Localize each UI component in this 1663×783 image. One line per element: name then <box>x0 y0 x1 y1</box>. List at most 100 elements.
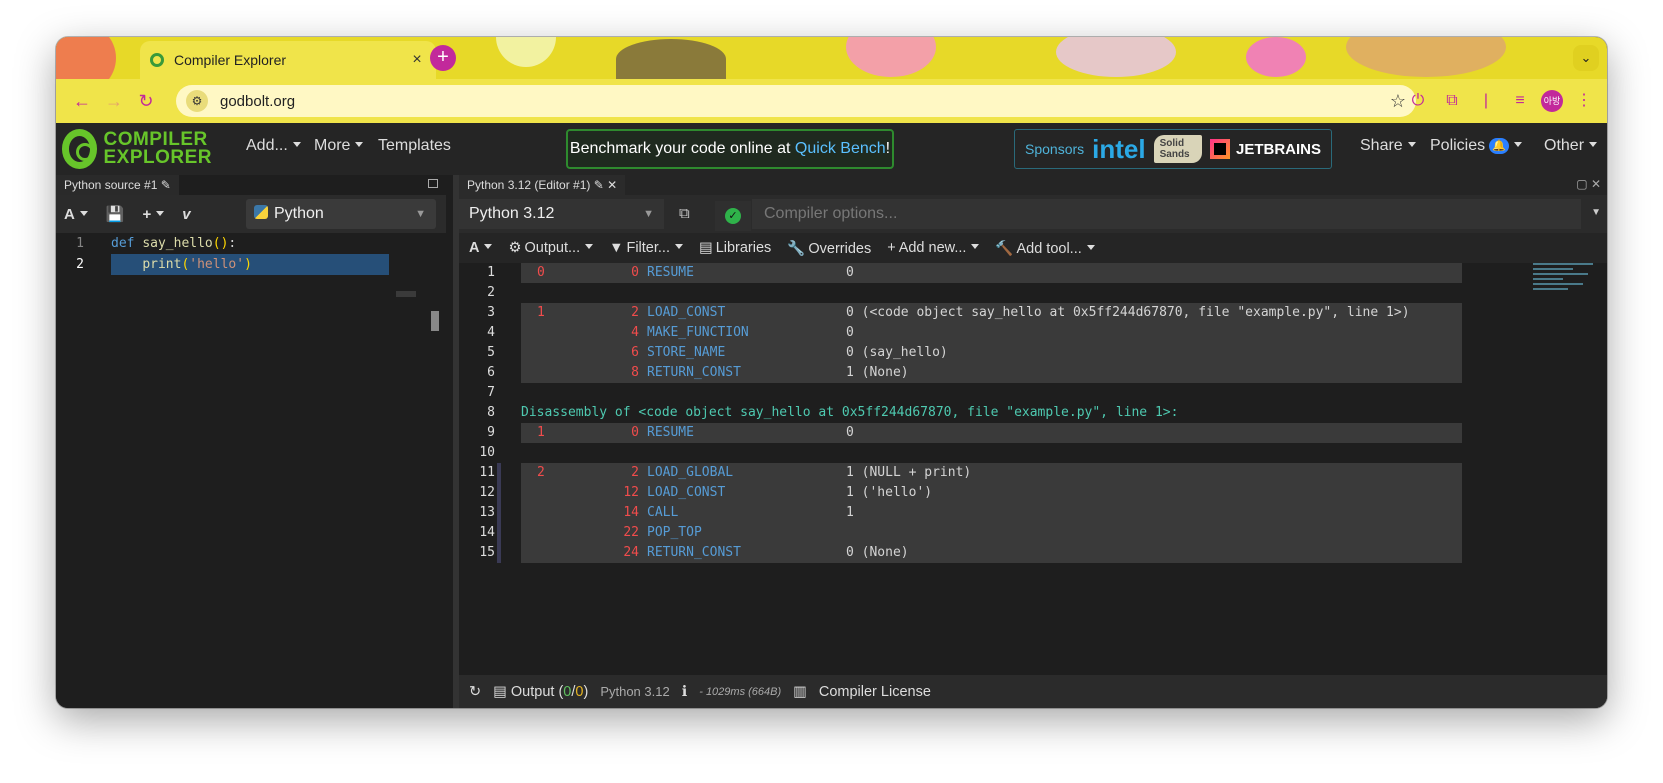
compiler-select[interactable]: Python 3.12 ▼ <box>459 199 664 229</box>
opcode: STORE_NAME <box>647 345 726 360</box>
vim-mode-icon[interactable]: v <box>182 206 190 223</box>
add-menu[interactable]: Add... <box>246 137 301 155</box>
line-number: 6 <box>487 365 495 380</box>
intel-logo[interactable]: intel <box>1092 134 1145 165</box>
address-bar[interactable]: ⚙ godbolt.org ☆ <box>176 85 1416 117</box>
compile-timing: - 1029ms (664B) <box>699 685 782 698</box>
chevron-down-icon: ▼ <box>415 208 426 220</box>
solid-sands-logo[interactable]: Solid Sands <box>1153 135 1202 163</box>
editor-toolbar: A 💾 + v Python ▼ <box>56 195 446 233</box>
line-number: 14 <box>479 525 495 540</box>
edit-title-icon[interactable]: ✎ <box>594 178 604 192</box>
options-dropdown-icon[interactable]: ▼ <box>1591 207 1601 218</box>
libraries-button[interactable]: ▤ Libraries <box>699 240 771 256</box>
reading-list-icon[interactable]: ≡ <box>1507 85 1533 117</box>
extensions-puzzle-icon[interactable]: ⧉ <box>1439 85 1465 117</box>
opcode: CALL <box>647 505 679 520</box>
maximize-icon[interactable] <box>428 179 438 188</box>
wallpaper-decoration <box>56 37 116 79</box>
back-icon[interactable]: ← <box>66 85 98 117</box>
policies-menu[interactable]: Policies 🔔 <box>1430 137 1522 155</box>
tab-search-button[interactable]: ⌄ <box>1573 45 1599 71</box>
disassembly-header: Disassembly of <code object say_hello at… <box>521 405 1179 420</box>
compile-status[interactable]: ✓ <box>715 201 751 231</box>
share-menu[interactable]: Share <box>1360 137 1416 155</box>
output-options-button[interactable]: ⚙ Output... <box>508 240 593 256</box>
output-button[interactable]: ▤ Output (0/0) <box>493 684 588 700</box>
url-text[interactable]: godbolt.org <box>220 93 1390 110</box>
templates-link[interactable]: Templates <box>378 137 451 155</box>
extension-power-icon[interactable]: ⏻ <box>1405 85 1431 117</box>
bench-end: ! <box>885 140 891 157</box>
reload-icon[interactable]: ↻ <box>130 85 162 117</box>
editor-scrollbar[interactable] <box>431 311 439 331</box>
jetbrains-icon <box>1209 139 1230 159</box>
more-menu[interactable]: More <box>314 137 363 155</box>
tab-strip: Compiler Explorer × + ⌄ <box>56 37 1607 79</box>
add-tool-button[interactable]: 🔨 Add tool... <box>995 240 1094 257</box>
sponsors-box[interactable]: Sponsors intel Solid Sands JETBRAINS <box>1014 129 1332 169</box>
bytecode-line: 4 4 MAKE_FUNCTION 0 <box>459 323 1469 343</box>
bytecode-offset: 2 <box>631 305 639 320</box>
source-line-number: 2 <box>537 465 545 480</box>
recompile-icon[interactable]: ↻ <box>469 684 481 700</box>
forward-icon[interactable]: → <box>98 85 130 117</box>
compiler-license-link[interactable]: Compiler License <box>819 684 931 700</box>
compiler-selector-bar: Python 3.12 ▼ ⧉ ✓ Compiler options... ▼ <box>459 195 1607 233</box>
gutter-marker <box>497 503 501 523</box>
source-tab[interactable]: Python source #1 ✎ <box>56 175 179 195</box>
bytecode-line: 15 24 RETURN_CONST 0 (None) <box>459 543 1469 563</box>
popout-icon[interactable]: ⧉ <box>679 205 690 222</box>
overrides-button[interactable]: 🔧 Overrides <box>787 240 871 257</box>
opcode: LOAD_CONST <box>647 305 726 320</box>
bytecode-offset: 0 <box>631 265 639 280</box>
quick-bench-link[interactable]: Quick Bench <box>795 140 886 157</box>
font-size-button[interactable]: A <box>469 240 492 256</box>
add-pane-button[interactable]: + <box>143 206 165 223</box>
compiler-explorer-logo[interactable]: COMPILER EXPLORER <box>62 127 212 171</box>
bytecode-offset: 14 <box>623 505 639 520</box>
compiler-tab[interactable]: Python 3.12 (Editor #1) ✎ ✕ <box>459 175 626 195</box>
wallpaper-decoration <box>1346 37 1506 77</box>
site-info-icon[interactable]: ⚙ <box>186 90 208 112</box>
chart-icon[interactable]: ▥ <box>793 684 807 700</box>
compiler-name: Python 3.12 <box>600 684 670 699</box>
book-icon: ▤ <box>698 240 713 256</box>
profile-avatar[interactable]: 아방 <box>1541 90 1563 112</box>
source-editor-pane: Python source #1 ✎ A 💾 + v Python ▼ 1 de… <box>56 175 446 708</box>
edit-title-icon[interactable]: ✎ <box>161 178 171 192</box>
browser-menu-icon[interactable]: ⋮ <box>1571 85 1597 117</box>
code-editor[interactable]: 1 def say_hello(): 2 print('hello') <box>56 233 446 708</box>
save-icon[interactable]: 💾 <box>106 205 125 223</box>
bytecode-offset: 6 <box>631 345 639 360</box>
wrench-icon: 🔧 <box>787 240 806 257</box>
bytecode-output[interactable]: 1 0 0 RESUME 0 2 3 1 2 LOAD_CONST 0 (<code object … <box>459 263 1469 663</box>
editor-minimap[interactable] <box>396 291 416 297</box>
opcode-argument: 1 <box>846 505 854 520</box>
font-size-button[interactable]: A <box>64 206 88 223</box>
line-number: 8 <box>487 405 495 420</box>
language-select[interactable]: Python ▼ <box>246 199 436 229</box>
code-text: def say_hello(): <box>111 236 237 251</box>
filter-button[interactable]: ▼ Filter... <box>609 240 683 256</box>
pane-controls[interactable]: ▢ ✕ <box>1576 177 1601 191</box>
other-menu[interactable]: Other <box>1544 137 1597 155</box>
jetbrains-logo[interactable]: JETBRAINS <box>1209 139 1321 159</box>
bytecode-line: 11 2 2 LOAD_GLOBAL 1 (NULL + print) <box>459 463 1469 483</box>
output-minimap[interactable] <box>1533 263 1599 303</box>
bookmark-star-icon[interactable]: ☆ <box>1390 91 1406 112</box>
gutter-marker <box>497 543 501 563</box>
browser-tab[interactable]: Compiler Explorer × <box>140 41 436 79</box>
info-icon[interactable]: ℹ <box>682 684 688 700</box>
tab-close-icon[interactable]: × <box>408 51 426 69</box>
source-line-number: 1 <box>537 425 545 440</box>
close-tab-icon[interactable]: ✕ <box>607 178 617 192</box>
add-new-button[interactable]: + Add new... <box>887 240 979 256</box>
opcode-argument: 0 (say_hello) <box>846 345 948 360</box>
opcode: POP_TOP <box>647 525 702 540</box>
compiler-options-input[interactable]: Compiler options... <box>752 199 1581 229</box>
bytecode-line: 14 22 POP_TOP <box>459 523 1469 543</box>
line-number: 3 <box>487 305 495 320</box>
compiler-tab-row: Python 3.12 (Editor #1) ✎ ✕ ▢ ✕ <box>459 175 1607 195</box>
new-tab-button[interactable]: + <box>430 45 456 71</box>
